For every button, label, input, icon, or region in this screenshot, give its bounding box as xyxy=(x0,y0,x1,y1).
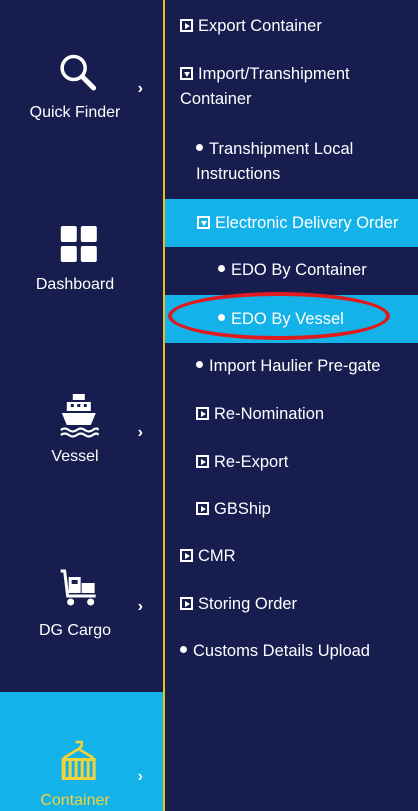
chevron-right-icon: › xyxy=(137,598,143,615)
expand-box-icon xyxy=(180,549,193,562)
menu-item-import-transhipment-container[interactable]: Import/Transhipment Container xyxy=(180,62,400,112)
sidebar-item-quick-finder[interactable]: › Quick Finder xyxy=(0,40,163,130)
menu-item-import-haulier-pre-gate[interactable]: Import Haulier Pre-gate xyxy=(196,354,381,379)
collapse-box-icon xyxy=(180,67,193,80)
menu-item-edo-by-vessel[interactable]: EDO By Vessel xyxy=(218,307,344,332)
bullet-icon xyxy=(196,144,203,151)
expand-box-icon xyxy=(180,19,193,32)
bullet-icon xyxy=(218,265,225,272)
menu-item-transhipment-local-instructions[interactable]: Transhipment Local Instructions xyxy=(196,137,396,187)
expand-box-icon xyxy=(196,407,209,420)
expand-box-icon xyxy=(196,502,209,515)
sidebar-item-label: DG Cargo xyxy=(38,622,112,639)
container-crane-icon xyxy=(57,740,99,789)
dashboard-grid-icon xyxy=(58,224,98,269)
sidebar-item-dg-cargo[interactable]: › DG Cargo xyxy=(0,560,163,650)
sidebar-item-label: Vessel xyxy=(51,448,99,465)
main-sidebar: › Quick Finder Dashboard › Vessel › DG C… xyxy=(0,0,163,811)
ship-icon xyxy=(58,392,100,443)
collapse-box-icon xyxy=(197,216,210,229)
menu-item-customs-details-upload[interactable]: Customs Details Upload xyxy=(180,639,370,664)
menu-item-re-nomination[interactable]: Re-Nomination xyxy=(196,402,324,427)
sidebar-item-dashboard[interactable]: Dashboard xyxy=(0,212,163,302)
chevron-right-icon: › xyxy=(137,768,143,785)
dg-cargo-icon xyxy=(57,568,99,613)
chevron-right-icon: › xyxy=(137,424,143,441)
expand-box-icon xyxy=(180,597,193,610)
menu-item-re-export[interactable]: Re-Export xyxy=(196,450,288,475)
menu-item-storing-order[interactable]: Storing Order xyxy=(180,592,297,617)
bullet-icon xyxy=(196,361,203,368)
chevron-right-icon: › xyxy=(137,80,143,97)
sidebar-item-label: Dashboard xyxy=(35,276,115,293)
search-icon xyxy=(57,52,99,99)
bullet-icon xyxy=(218,314,225,321)
sidebar-item-container[interactable]: › Container xyxy=(0,692,163,811)
sidebar-item-label: Quick Finder xyxy=(29,104,121,121)
sidebar-item-label: Container xyxy=(40,792,110,809)
menu-item-export-container[interactable]: Export Container xyxy=(180,14,322,39)
menu-item-electronic-delivery-order[interactable]: Electronic Delivery Order xyxy=(197,211,398,236)
bullet-icon xyxy=(180,646,187,653)
menu-item-cmr[interactable]: CMR xyxy=(180,544,236,569)
expand-box-icon xyxy=(196,455,209,468)
menu-item-gbship[interactable]: GBShip xyxy=(196,497,271,522)
menu-item-edo-by-container[interactable]: EDO By Container xyxy=(218,258,367,283)
sidebar-item-vessel[interactable]: › Vessel xyxy=(0,386,163,476)
